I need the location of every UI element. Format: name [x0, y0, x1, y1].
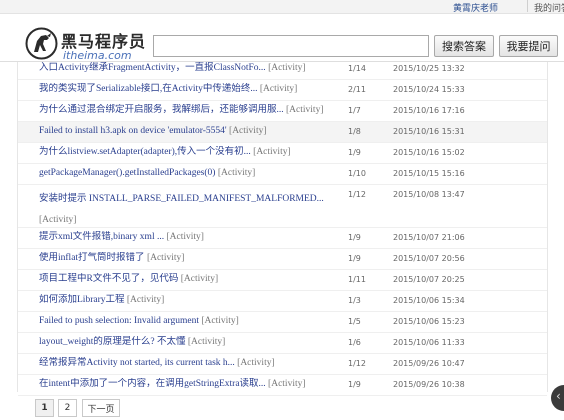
category-tag[interactable]: [Activity]	[218, 168, 255, 178]
my-questions-link[interactable]: 我的问答	[534, 1, 564, 14]
category-tag[interactable]: [Activity]	[39, 215, 76, 225]
post-date: 2015/10/24 15:33	[393, 85, 465, 94]
category-tag[interactable]: [Activity]	[253, 147, 290, 157]
post-date: 2015/10/06 15:23	[393, 317, 465, 326]
ask-question-button[interactable]: 我要提问	[499, 35, 558, 57]
post-date: 2015/10/06 15:34	[393, 296, 465, 305]
question-row: 使用inflat打气筒时报错了 [Activity] 1/9 2015/10/0…	[18, 249, 547, 270]
question-row: 经常报异常Activity not started, its current t…	[18, 354, 547, 375]
category-tag[interactable]: [Activity]	[237, 358, 274, 368]
page-1-button[interactable]: 1	[35, 399, 54, 417]
post-date: 2015/10/06 11:33	[393, 338, 465, 347]
category-tag[interactable]: [Activity]	[229, 126, 266, 136]
post-date: 2015/10/16 17:16	[393, 106, 465, 115]
post-date: 2015/10/07 20:56	[393, 254, 465, 263]
question-title-link[interactable]: 使用inflat打气筒时报错了 [Activity]	[39, 252, 344, 265]
post-date: 2015/10/07 21:06	[393, 233, 465, 242]
next-page-button[interactable]: 下一页	[82, 399, 120, 417]
post-date: 2015/10/25 13:32	[393, 64, 465, 73]
question-title-link[interactable]: 为什么listview.setAdapter(adapter),传入一个没有初.…	[39, 146, 344, 159]
horse-logo-icon	[25, 27, 58, 60]
category-tag[interactable]: [Activity]	[286, 105, 323, 115]
question-row: 如何添加Library工程 [Activity] 1/3 2015/10/06 …	[18, 291, 547, 312]
category-tag[interactable]: [Activity]	[188, 337, 225, 347]
reply-count: 1/10	[348, 169, 366, 178]
question-row: 为什么listview.setAdapter(adapter),传入一个没有初.…	[18, 143, 547, 164]
question-title-link[interactable]: Failed to install h3.apk on device 'emul…	[39, 125, 344, 138]
reply-count: 1/12	[348, 359, 366, 368]
divider	[527, 0, 528, 12]
post-date: 2015/10/16 15:31	[393, 127, 465, 136]
question-row: 为什么通过混合绑定开启服务，我解绑后，还能够调用服... [Activity] …	[18, 101, 547, 122]
floating-action-button[interactable]: ‹	[551, 385, 564, 411]
post-date: 2015/10/16 15:02	[393, 148, 465, 157]
question-row: 安装时提示 INSTALL_PARSE_FAILED_MANIFEST_MALF…	[18, 185, 547, 228]
question-title-link[interactable]: 项目工程中R文件不见了，见代码 [Activity]	[39, 273, 344, 286]
question-row: Failed to install h3.apk on device 'emul…	[18, 122, 547, 143]
category-tag[interactable]: [Activity]	[127, 295, 164, 305]
page-2-button[interactable]: 2	[58, 399, 77, 417]
reply-count: 1/9	[348, 233, 361, 242]
question-list-panel: 入口Activity继承FragmentActivity，一直报ClassNot…	[17, 59, 548, 396]
post-date: 2015/10/08 13:47	[393, 190, 465, 199]
reply-count: 1/9	[348, 254, 361, 263]
question-title-link[interactable]: 如何添加Library工程 [Activity]	[39, 294, 344, 307]
top-bar: 黄霄庆老师 我的问答	[0, 0, 564, 14]
user-name-link[interactable]: 黄霄庆老师	[453, 1, 498, 14]
reply-count: 1/14	[348, 64, 366, 73]
question-title-link[interactable]: getPackageManager().getInstalledPackages…	[39, 167, 344, 180]
reply-count: 1/8	[348, 127, 361, 136]
question-title-link[interactable]: 我的类实现了Serializable接口,在Activity中传递始终... […	[39, 83, 344, 96]
question-title-link[interactable]: 提示xml文件报错,binary xml ... [Activity]	[39, 231, 344, 244]
question-row: 项目工程中R文件不见了，见代码 [Activity] 1/11 2015/10/…	[18, 270, 547, 291]
reply-count: 1/9	[348, 380, 361, 389]
question-title-link[interactable]: 为什么通过混合绑定开启服务，我解绑后，还能够调用服... [Activity]	[39, 104, 344, 117]
question-row: Failed to push selection: Invalid argume…	[18, 312, 547, 333]
question-title-link[interactable]: 经常报异常Activity not started, its current t…	[39, 357, 344, 370]
reply-count: 1/7	[348, 106, 361, 115]
reply-count: 1/6	[348, 338, 361, 347]
search-answers-button[interactable]: 搜索答案	[434, 35, 494, 57]
post-date: 2015/10/07 20:25	[393, 275, 465, 284]
question-title-link[interactable]: 在intent中添加了一个内容，在调用getStringExtra读取... […	[39, 378, 344, 391]
category-tag[interactable]: [Activity]	[181, 274, 218, 284]
category-tag[interactable]: [Activity]	[268, 63, 305, 73]
search-input[interactable]	[153, 35, 429, 57]
reply-count: 1/11	[348, 275, 366, 284]
post-date: 2015/09/26 10:38	[393, 380, 465, 389]
category-tag[interactable]: [Activity]	[201, 316, 238, 326]
question-title-link[interactable]: Failed to push selection: Invalid argume…	[39, 315, 344, 328]
reply-count: 1/3	[348, 296, 361, 305]
category-tag[interactable]: [Activity]	[260, 84, 297, 94]
reply-count: 1/5	[348, 317, 361, 326]
question-row: getPackageManager().getInstalledPackages…	[18, 164, 547, 185]
reply-count: 1/9	[348, 148, 361, 157]
question-title-link[interactable]: 入口Activity继承FragmentActivity，一直报ClassNot…	[39, 62, 344, 75]
question-row: 提示xml文件报错,binary xml ... [Activity] 1/9 …	[18, 228, 547, 249]
question-row: 在intent中添加了一个内容，在调用getStringExtra读取... […	[18, 375, 547, 396]
question-row: 入口Activity继承FragmentActivity，一直报ClassNot…	[18, 59, 547, 80]
chevron-left-icon: ‹	[556, 389, 561, 403]
question-title-link[interactable]: layout_weight的原理是什么? 不太懂 [Activity]	[39, 336, 344, 349]
category-tag[interactable]: [Activity]	[147, 253, 184, 263]
post-date: 2015/09/26 10:47	[393, 359, 465, 368]
question-row: 我的类实现了Serializable接口,在Activity中传递始终... […	[18, 80, 547, 101]
question-row: layout_weight的原理是什么? 不太懂 [Activity] 1/6 …	[18, 333, 547, 354]
category-tag[interactable]: [Activity]	[268, 379, 305, 389]
reply-count: 2/11	[348, 85, 366, 94]
reply-count: 1/12	[348, 190, 366, 199]
question-title-link[interactable]: 安装时提示 INSTALL_PARSE_FAILED_MANIFEST_MALF…	[39, 189, 359, 231]
post-date: 2015/10/15 15:16	[393, 169, 465, 178]
category-tag[interactable]: [Activity]	[166, 232, 203, 242]
